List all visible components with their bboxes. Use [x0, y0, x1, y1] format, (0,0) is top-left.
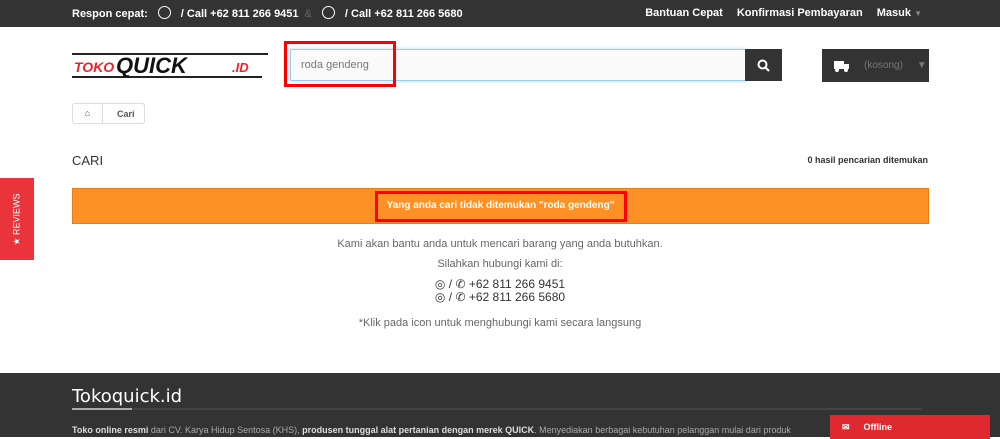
help-text: Kami akan bantu anda untuk mencari baran… [337, 238, 663, 250]
call-link-1[interactable]: / Call +62 811 266 9451 [181, 8, 299, 20]
breadcrumb: ⌂ Cari [72, 103, 145, 124]
separator: / [448, 290, 453, 304]
footer-divider [72, 408, 922, 410]
home-icon[interactable]: ⌂ [73, 104, 103, 123]
whatsapp-icon[interactable]: ◎ [435, 290, 445, 304]
result-count: 0 hasil pencarian ditemukan [807, 155, 928, 165]
contact-note: *Klik pada icon untuk menghubungi kami s… [358, 317, 642, 329]
masuk-dropdown[interactable]: Masuk ▼ [877, 7, 922, 19]
whatsapp-icon[interactable] [157, 6, 171, 19]
contact-label: Silahkan hubungi kami di: [437, 258, 563, 270]
search-icon [757, 59, 770, 72]
caret-down-icon: ▼ [914, 9, 922, 18]
call-link-2[interactable]: / Call +62 811 266 5680 [345, 8, 463, 20]
respon-label: Respon cepat: [72, 7, 148, 20]
phone-number-2[interactable]: +62 811 266 5680 [469, 290, 565, 304]
offline-chat-button[interactable]: ✉ Offline [830, 415, 990, 439]
search-button[interactable] [745, 49, 782, 81]
phone-number-1[interactable]: +62 811 266 9451 [469, 277, 565, 291]
svg-text:QUICK: QUICK [116, 53, 189, 78]
phone-line-1: ◎ / ✆ +62 811 266 9451 [0, 277, 1000, 291]
whatsapp-icon[interactable] [321, 6, 335, 19]
cart-button[interactable]: (kosong) ▼ [822, 49, 929, 82]
tokoquick-logo[interactable]: TOKO QUICK .ID [72, 50, 268, 80]
whatsapp-icon[interactable]: ◎ [435, 277, 445, 291]
phone-icon[interactable]: ✆ [455, 277, 465, 291]
top-bar: Respon cepat: / Call +62 811 266 9451 & … [0, 0, 1000, 27]
separator: / [448, 277, 453, 291]
chat-label: Offline [863, 422, 893, 432]
page-title: CARI [72, 153, 104, 168]
konfirmasi-pembayaran-link[interactable]: Konfirmasi Pembayaran [737, 7, 863, 19]
bantuan-cepat-link[interactable]: Bantuan Cepat [645, 7, 723, 19]
footer-title: Tokoquick.id [72, 386, 183, 407]
phone-line-2: ◎ / ✆ +62 811 266 5680 [0, 290, 1000, 304]
svg-text:.ID: .ID [232, 60, 249, 75]
truck-icon [834, 60, 849, 72]
envelope-icon: ✉ [842, 422, 850, 432]
footer-description: Toko online resmi dari CV. Karya Hidup S… [72, 425, 791, 435]
cart-label: (kosong) [864, 60, 903, 71]
search-input[interactable] [290, 49, 746, 81]
caret-down-icon: ▼ [916, 60, 927, 71]
ampersand: & [304, 7, 312, 20]
reviews-tab[interactable]: ★ REVIEWS [0, 178, 34, 260]
not-found-alert: Yang anda cari tidak ditemukan "roda gen… [72, 188, 929, 224]
masuk-label: Masuk [876, 7, 912, 19]
phone-icon[interactable]: ✆ [455, 290, 465, 304]
reviews-label: ★ REVIEWS [11, 192, 22, 246]
svg-text:TOKO: TOKO [74, 59, 114, 75]
breadcrumb-current: Cari [117, 108, 135, 119]
